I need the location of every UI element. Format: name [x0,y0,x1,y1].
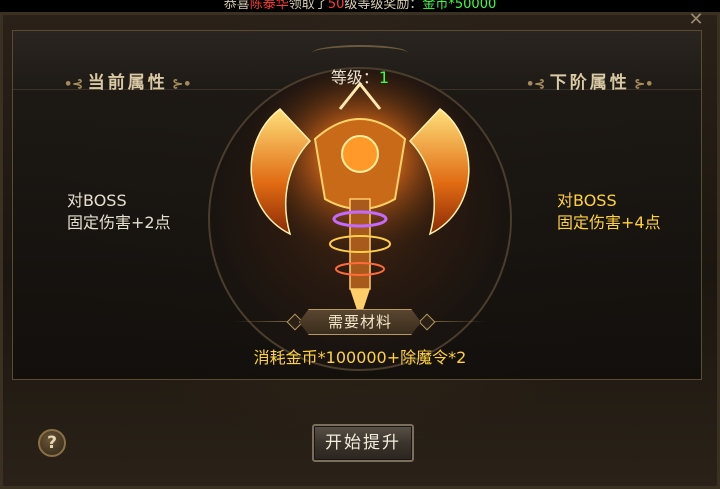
close-icon[interactable]: ✕ [684,8,708,32]
materials-label: 需要材料 [299,309,421,335]
announcement-ticker: 恭喜陈泰华领取了50级等级奖励：金币*50000 [0,0,720,12]
question-mark-icon: ? [47,433,57,453]
level-display: 等级：1 [0,64,720,88]
next-stat: 对BOSS 固定伤害+4点 [557,190,661,234]
ticker-reward: 金币*50000 [422,0,497,12]
level-value: 1 [378,68,390,87]
help-button[interactable]: ? [38,429,66,457]
materials-cost: 消耗金币*100000+除魔令*2 [253,348,467,367]
ticker-player-name: 陈泰华 [249,0,289,12]
level-label: 等级： [330,68,379,87]
top-ornament [312,45,408,61]
start-upgrade-button[interactable]: 开始提升 [312,424,414,462]
current-stat: 对BOSS 固定伤害+2点 [67,190,171,234]
ticker-mid: 领取了 [288,0,328,12]
current-stat-value: 固定伤害+2点 [67,213,171,232]
materials-header: 需要材料 [233,309,487,335]
ticker-level: 50 [327,0,345,12]
diamond-right-icon [418,313,436,331]
next-stat-value: 固定伤害+4点 [557,213,661,232]
announcement-text: 恭喜陈泰华领取了50级等级奖励：金币*50000 [0,0,720,12]
ticker-prefix: 恭喜 [223,0,250,12]
next-stat-target: 对BOSS [557,191,617,210]
ticker-suffix: 级等级奖励： [344,0,423,12]
current-stat-target: 对BOSS [67,191,127,210]
